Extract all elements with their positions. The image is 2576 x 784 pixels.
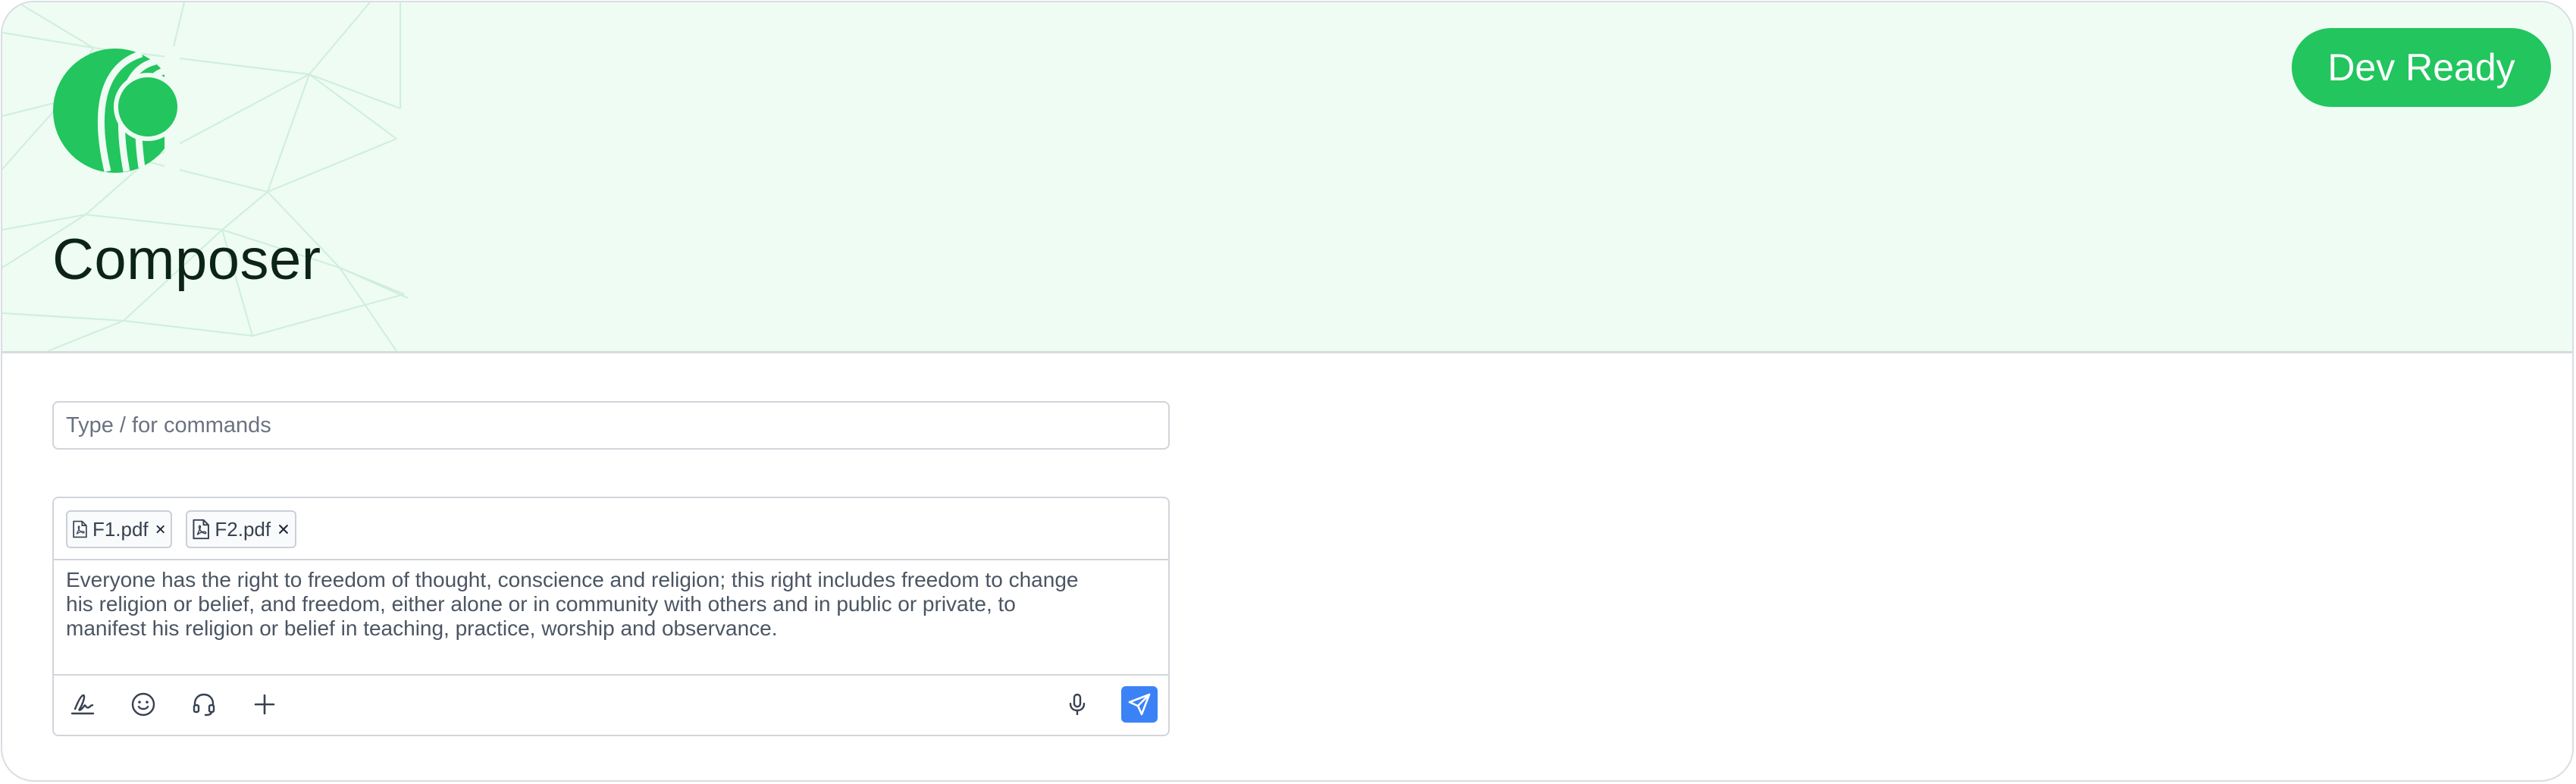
attachment-bar: F1.pdf F2.pdf bbox=[54, 498, 1168, 560]
status-badge[interactable]: Dev Ready bbox=[2292, 28, 2551, 107]
emoji-button[interactable] bbox=[127, 688, 160, 721]
microphone-icon bbox=[1069, 693, 1086, 716]
message-line: Everyone has the right to freedom of tho… bbox=[66, 568, 1079, 591]
plus-icon bbox=[254, 694, 275, 715]
attachment-chip[interactable]: F2.pdf bbox=[186, 510, 296, 548]
voice-input-button[interactable] bbox=[1061, 688, 1094, 721]
pdf-file-icon bbox=[73, 520, 87, 538]
message-line: his religion or belief, and freedom, eit… bbox=[66, 592, 1016, 616]
message-composer: F1.pdf F2.pdf Everyone has the right to … bbox=[52, 497, 1170, 736]
attachment-name: F2.pdf bbox=[215, 517, 271, 541]
support-button[interactable] bbox=[187, 688, 221, 721]
add-button[interactable] bbox=[248, 688, 281, 721]
remove-attachment-icon[interactable] bbox=[277, 521, 290, 538]
header-banner: Composer Dev Ready bbox=[2, 2, 2572, 353]
page-title: Composer bbox=[52, 227, 321, 292]
message-textarea[interactable]: Everyone has the right to freedom of tho… bbox=[66, 568, 1150, 641]
composer-toolbar bbox=[54, 674, 1168, 735]
signature-icon bbox=[71, 694, 95, 715]
logo-icon bbox=[53, 46, 180, 175]
attachment-chip[interactable]: F1.pdf bbox=[66, 510, 172, 548]
command-input[interactable] bbox=[52, 401, 1170, 450]
remove-attachment-icon[interactable] bbox=[155, 521, 166, 538]
signature-button[interactable] bbox=[66, 688, 99, 721]
app-window: Composer Dev Ready F1.pdf bbox=[1, 1, 2574, 782]
pdf-file-icon bbox=[193, 519, 209, 540]
headset-icon bbox=[193, 693, 215, 717]
emoji-icon bbox=[131, 692, 155, 717]
attachment-name: F1.pdf bbox=[92, 517, 149, 541]
message-line: manifest his religion or belief in teach… bbox=[66, 616, 778, 640]
send-button[interactable] bbox=[1121, 686, 1158, 723]
send-icon bbox=[1128, 693, 1151, 716]
